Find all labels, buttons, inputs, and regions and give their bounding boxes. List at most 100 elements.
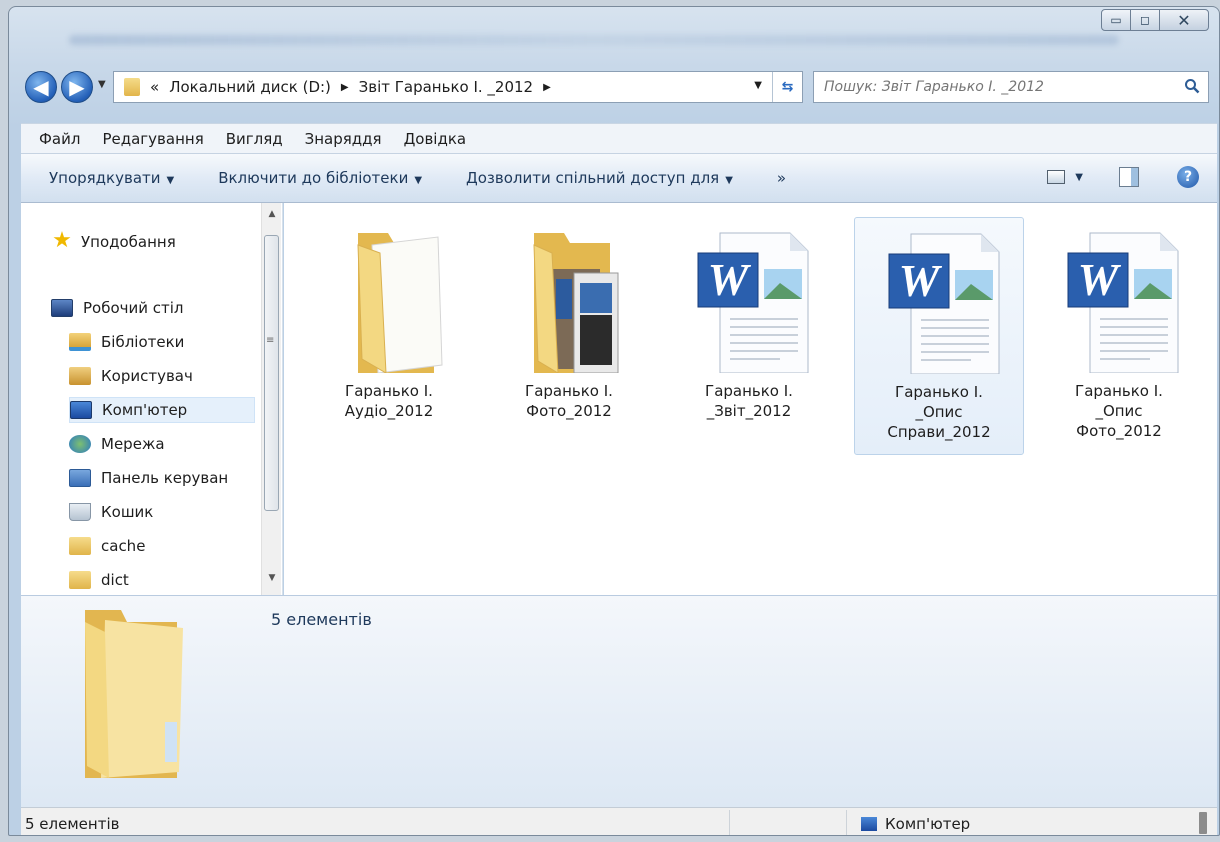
address-history-dropdown[interactable]: ▼: [754, 80, 762, 91]
network-icon: [69, 435, 91, 453]
refresh-icon[interactable]: ⇆: [772, 72, 802, 102]
search-icon[interactable]: [1184, 78, 1200, 94]
folder-icon: [85, 610, 183, 778]
sidebar-item-label: Панель керуван: [101, 469, 229, 487]
address-segment-drive[interactable]: Локальний диск (D:): [169, 78, 331, 96]
status-item-count: 5 елементів: [25, 815, 120, 833]
sidebar-item-libraries[interactable]: Бібліотеки: [69, 329, 184, 355]
details-pane: 5 елементів: [21, 595, 1217, 807]
scroll-down-icon[interactable]: ▼: [262, 573, 282, 591]
resize-grip[interactable]: [1199, 812, 1207, 834]
file-label-line: _Звіт_2012: [706, 402, 792, 420]
preview-pane-icon[interactable]: [1119, 167, 1139, 187]
word-document-icon: W: [888, 233, 1000, 374]
scroll-thumb[interactable]: [264, 235, 279, 511]
status-bar: 5 елементів Комп'ютер: [21, 807, 1217, 835]
maximize-button[interactable]: ◻: [1130, 9, 1160, 31]
back-button[interactable]: ◀: [25, 71, 57, 103]
arrow-left-icon: ◀: [33, 75, 49, 99]
address-segment-folder[interactable]: Звіт Гаранько І. _2012: [359, 78, 533, 96]
sidebar-item-cache[interactable]: cache: [69, 533, 145, 559]
file-label-line: Гаранько І.: [705, 382, 793, 400]
close-button[interactable]: ✕: [1159, 9, 1209, 31]
navigation-pane: ★ Уподобання Робочий стіл Бібліотеки Кор…: [21, 203, 283, 595]
library-icon: [69, 333, 91, 351]
share-with-button[interactable]: Дозволити спільний доступ для ▼: [466, 169, 733, 187]
status-divider: [846, 810, 847, 835]
sidebar-item-label: Кошик: [101, 503, 154, 521]
file-item-folder-audio[interactable]: Гаранько І. Аудіо_2012: [304, 217, 474, 455]
scroll-grip-icon: ≡: [266, 335, 275, 346]
more-commands-button[interactable]: »: [777, 169, 786, 187]
sidebar-item-computer[interactable]: Комп'ютер: [69, 397, 255, 423]
file-label: Гаранько І. _Опис Справи_2012: [855, 382, 1023, 442]
sidebar-item-control-panel[interactable]: Панель керуван: [69, 465, 228, 491]
file-label: Гаранько І. Аудіо_2012: [304, 381, 474, 421]
file-item-word-photo-description[interactable]: W Гаранько І. _Опис Фото_2012: [1034, 217, 1204, 455]
forward-button[interactable]: ▶: [61, 71, 93, 103]
photo-folder-icon: [533, 233, 619, 373]
window-controls: ▭ ◻ ✕: [1101, 9, 1209, 31]
sidebar-item-favorites[interactable]: ★ Уподобання: [51, 229, 176, 255]
file-item-folder-photo[interactable]: Гаранько І. Фото_2012: [484, 217, 654, 455]
file-label-line: Гаранько І.: [1075, 382, 1163, 400]
recycle-bin-icon: [69, 503, 91, 521]
search-input[interactable]: [824, 79, 1164, 95]
file-label-line: Справи_2012: [887, 423, 991, 441]
menu-help[interactable]: Довідка: [404, 130, 467, 148]
folder-icon: [69, 537, 91, 555]
menu-file[interactable]: Файл: [39, 130, 80, 148]
sidebar-item-label: Комп'ютер: [102, 401, 188, 419]
star-icon: ★: [52, 228, 72, 253]
file-item-word-case-description[interactable]: W Гаранько І. _Опис Справи_2012: [854, 217, 1024, 455]
file-list: Гаранько І. Аудіо_2012 Гаранько І. Фото_…: [284, 203, 1217, 595]
menu-bar: Файл Редагування Вигляд Знаряддя Довідка: [21, 123, 1217, 153]
word-document-icon: W: [1067, 232, 1179, 373]
search-box[interactable]: [813, 71, 1209, 103]
help-icon[interactable]: ?: [1177, 166, 1199, 188]
menu-tools[interactable]: Знаряддя: [305, 130, 382, 148]
file-label-line: Гаранько І.: [345, 382, 433, 400]
chevron-right-icon[interactable]: ▶: [543, 82, 551, 93]
status-divider: [729, 810, 730, 835]
arrow-right-icon: ▶: [69, 75, 85, 99]
control-panel-icon: [69, 469, 91, 487]
word-document-icon: W: [697, 232, 809, 373]
sidebar-item-label: Робочий стіл: [83, 299, 184, 317]
minimize-button[interactable]: ▭: [1101, 9, 1131, 31]
file-item-word-report[interactable]: W Гаранько І. _Звіт_2012: [664, 217, 834, 455]
menu-view[interactable]: Вигляд: [226, 130, 283, 148]
sidebar-item-label: Користувач: [101, 367, 193, 385]
sidebar-item-user[interactable]: Користувач: [69, 363, 193, 389]
sidebar-item-label: dict: [101, 571, 129, 589]
sidebar-item-recycle-bin[interactable]: Кошик: [69, 499, 153, 525]
folder-icon: [357, 233, 443, 373]
explorer-window: ▭ ◻ ✕ ◀ ▶ ▼ « Локальний диск (D:) ▶ Звіт…: [8, 6, 1220, 836]
address-overflow[interactable]: «: [150, 78, 159, 96]
sidebar-item-desktop[interactable]: Робочий стіл: [51, 295, 184, 321]
chevron-down-icon: ▼: [166, 175, 175, 186]
title-blur: [69, 35, 1119, 45]
share-with-label: Дозволити спільний доступ для: [466, 169, 720, 187]
command-bar-right: ▼ ?: [1047, 166, 1199, 188]
chevron-right-icon[interactable]: ▶: [341, 82, 349, 93]
svg-text:W: W: [899, 255, 943, 306]
organize-button[interactable]: Упорядкувати ▼: [49, 169, 174, 187]
scroll-up-icon[interactable]: ▲: [262, 209, 282, 227]
sidebar-scrollbar[interactable]: ▲ ≡ ▼: [261, 203, 281, 595]
file-label-line: Гаранько І.: [895, 383, 983, 401]
computer-icon: [861, 817, 877, 831]
file-label-line: Гаранько І.: [525, 382, 613, 400]
include-in-library-button[interactable]: Включити до бібліотеки ▼: [218, 169, 422, 187]
recent-pages-dropdown[interactable]: ▼: [98, 79, 106, 90]
desktop-icon: [51, 299, 73, 317]
change-view-icon[interactable]: [1047, 170, 1066, 184]
svg-text:W: W: [708, 254, 752, 305]
sidebar-item-dict[interactable]: dict: [69, 567, 129, 593]
sidebar-item-label: Бібліотеки: [101, 333, 185, 351]
menu-edit[interactable]: Редагування: [102, 130, 203, 148]
sidebar-item-label: Уподобання: [81, 233, 176, 251]
view-options-chevron-icon[interactable]: ▼: [1075, 172, 1083, 183]
sidebar-item-network[interactable]: Мережа: [69, 431, 165, 457]
address-bar[interactable]: « Локальний диск (D:) ▶ Звіт Гаранько І.…: [113, 71, 803, 103]
